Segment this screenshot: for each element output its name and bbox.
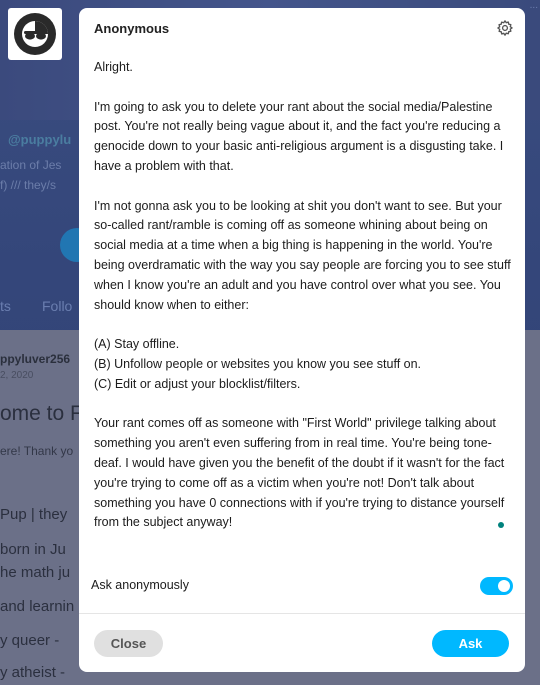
- ask-button[interactable]: Ask: [432, 630, 509, 657]
- sunglasses-face-icon: [14, 13, 56, 55]
- message-paragraph: (A) Stay offline. (B) Unfollow people or…: [94, 337, 422, 391]
- bg-post-date: 2, 2020: [0, 370, 34, 381]
- bg-post-line: y atheist -: [0, 664, 66, 681]
- status-indicator-dot: [498, 522, 504, 528]
- bg-post-title: ome to F: [0, 402, 83, 425]
- message-body[interactable]: Alright. I'm going to ask you to delete …: [94, 58, 512, 553]
- bg-blog-handle: @puppylu: [8, 132, 72, 147]
- bg-post-author: ppyluver256: [0, 352, 71, 366]
- bg-post-line: born in Ju: [0, 541, 66, 558]
- avatar[interactable]: [8, 8, 62, 60]
- anonymous-toggle[interactable]: [480, 577, 513, 595]
- message-paragraph: I'm not gonna ask you to be looking at s…: [94, 198, 511, 312]
- bg-description-line: ation of Jes: [0, 158, 62, 172]
- gear-icon[interactable]: [496, 19, 514, 37]
- divider: [79, 613, 525, 614]
- bg-top-right-text: ...: [529, 0, 538, 11]
- ask-modal: Anonymous Alright. I'm going to ask you …: [79, 8, 525, 672]
- toggle-knob: [498, 580, 510, 592]
- bg-tab-posts: ts: [0, 298, 11, 314]
- modal-title: Anonymous: [94, 21, 170, 36]
- anonymous-row: Ask anonymously: [91, 574, 513, 598]
- close-button[interactable]: Close: [94, 630, 163, 657]
- modal-header: Anonymous: [79, 8, 525, 50]
- bg-post-line: Pup | they: [0, 506, 68, 523]
- bg-tab-following: Follo: [42, 298, 73, 314]
- bg-post-text: ere! Thank yo: [0, 444, 74, 458]
- bg-post-line: and learnin: [0, 598, 75, 615]
- bg-post-line: y queer -: [0, 632, 60, 649]
- bg-post-line: he math ju: [0, 564, 71, 581]
- bg-description-line: f) /// they/s: [0, 178, 57, 192]
- message-paragraph: Your rant comes off as someone with "Fir…: [94, 416, 505, 530]
- anonymous-label: Ask anonymously: [91, 578, 189, 592]
- message-paragraph: I'm going to ask you to delete your rant…: [94, 99, 504, 173]
- message-paragraph: Alright.: [94, 60, 133, 74]
